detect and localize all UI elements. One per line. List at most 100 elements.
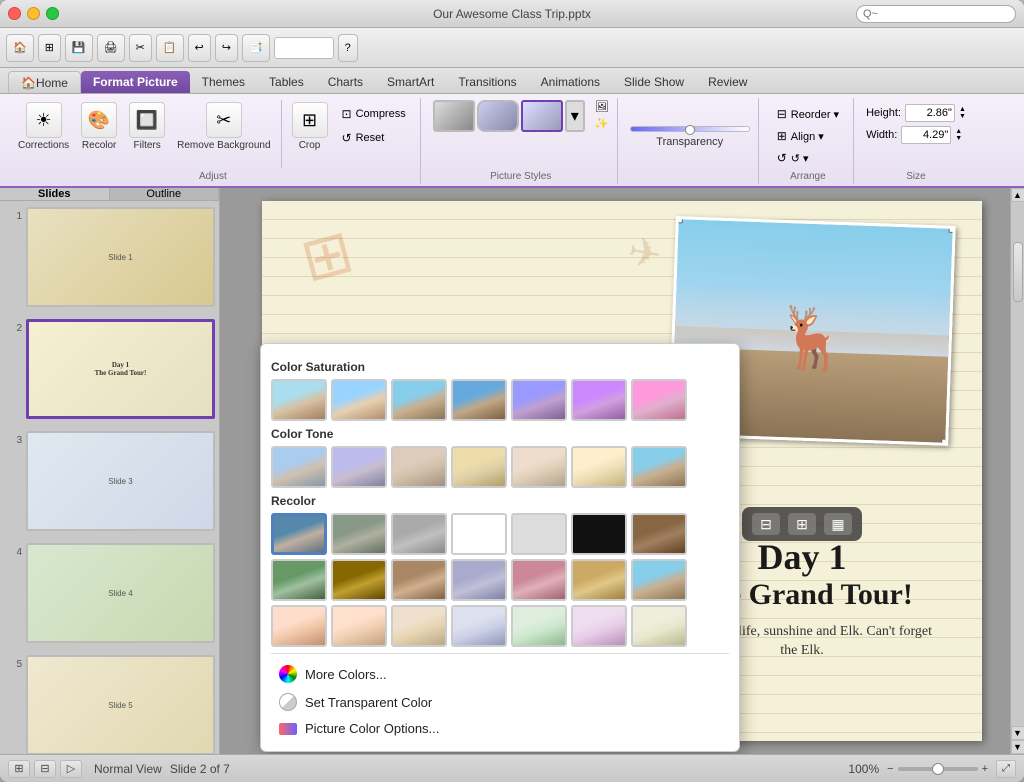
toolbar-btn-4[interactable]: 🖨 <box>97 34 125 62</box>
more-colors-item[interactable]: More Colors... <box>271 660 729 688</box>
maximize-button[interactable] <box>46 7 59 20</box>
tab-review[interactable]: Review <box>696 71 759 93</box>
close-button[interactable] <box>8 7 21 20</box>
search-input[interactable] <box>856 5 1016 23</box>
sat-thumb-3[interactable] <box>391 379 447 421</box>
scroll-thumb[interactable] <box>1013 242 1023 302</box>
tab-slideshow[interactable]: Slide Show <box>612 71 696 93</box>
corrections-button[interactable]: ☀ Corrections <box>14 100 73 153</box>
rc-thumb-10[interactable] <box>391 559 447 601</box>
sat-thumb-6[interactable] <box>571 379 627 421</box>
slide-2-thumb[interactable]: Day 1 The Grand Tour! <box>26 319 215 419</box>
pic-style-1[interactable] <box>433 100 475 132</box>
sat-thumb-4[interactable] <box>451 379 507 421</box>
toolbar-btn-7[interactable]: ↩ <box>188 34 211 62</box>
present-view-btn[interactable]: ▷ <box>60 760 82 778</box>
normal-view-btn[interactable]: ⊞ <box>8 760 30 778</box>
rc-thumb-13[interactable] <box>571 559 627 601</box>
remove-bg-button[interactable]: ✂ Remove Background <box>173 100 274 153</box>
tab-themes[interactable]: Themes <box>190 71 257 93</box>
rc-thumb-15[interactable] <box>271 605 327 647</box>
rc-thumb-14[interactable] <box>631 559 687 601</box>
compress-button[interactable]: ⊡ Compress <box>336 104 412 124</box>
rc-thumb-20[interactable] <box>571 605 627 647</box>
tab-outline[interactable]: Outline <box>110 188 220 200</box>
toolbar-btn-2[interactable]: ⊞ <box>38 34 61 62</box>
align-button[interactable]: ⊞ Align ▾ <box>771 126 845 146</box>
rotate-button[interactable]: ↺ ↺ ▾ <box>771 148 845 168</box>
rc-thumb-21[interactable] <box>631 605 687 647</box>
handle-tr[interactable] <box>949 225 956 233</box>
recolor-button[interactable]: 🎨 Recolor <box>77 100 121 153</box>
pic-style-2[interactable] <box>477 100 519 132</box>
rc-thumb-2[interactable] <box>331 513 387 555</box>
minimize-button[interactable] <box>27 7 40 20</box>
tab-animations[interactable]: Animations <box>529 71 612 93</box>
toolbar-btn-1[interactable]: 🏠 <box>6 34 34 62</box>
slide-1-thumb[interactable]: Slide 1 <box>26 207 215 307</box>
sat-thumb-2[interactable] <box>331 379 387 421</box>
toolbar-new-section[interactable]: 📑 <box>242 34 270 62</box>
pic-style-3[interactable] <box>521 100 563 132</box>
rc-thumb-18[interactable] <box>451 605 507 647</box>
rc-thumb-16[interactable] <box>331 605 387 647</box>
float-btn-3[interactable]: ▦ <box>824 513 852 535</box>
handle-tl[interactable] <box>675 216 683 223</box>
rc-thumb-9[interactable] <box>331 559 387 601</box>
toolbar-btn-8[interactable]: ↪ <box>215 34 238 62</box>
zoom-input[interactable]: 100% <box>274 37 334 59</box>
rc-thumb-19[interactable] <box>511 605 567 647</box>
rc-thumb-6[interactable] <box>571 513 627 555</box>
tone-thumb-5[interactable] <box>511 446 567 488</box>
rc-thumb-17[interactable] <box>391 605 447 647</box>
float-btn-1[interactable]: ⊟ <box>752 513 780 535</box>
toolbar-btn-6[interactable]: 📋 <box>156 34 184 62</box>
rc-thumb-1[interactable] <box>271 513 327 555</box>
pic-style-expand[interactable]: ▾ <box>565 100 585 132</box>
reset-button[interactable]: ↺ Reset <box>336 128 412 148</box>
tab-home[interactable]: 🏠 Home <box>8 71 81 93</box>
help-button[interactable]: ? <box>338 34 358 62</box>
tone-thumb-1[interactable] <box>271 446 327 488</box>
toolbar-btn-5[interactable]: ✂ <box>129 34 152 62</box>
width-spinner[interactable]: ▲ ▼ <box>955 128 962 142</box>
zoom-slider[interactable] <box>898 767 978 771</box>
zoom-plus[interactable]: + <box>982 763 988 775</box>
tone-thumb-3[interactable] <box>391 446 447 488</box>
tab-smartart[interactable]: SmartArt <box>375 71 446 93</box>
tone-thumb-7[interactable] <box>631 446 687 488</box>
handle-br[interactable] <box>941 439 949 446</box>
tone-thumb-6[interactable] <box>571 446 627 488</box>
rc-thumb-8[interactable] <box>271 559 327 601</box>
rc-thumb-7[interactable] <box>631 513 687 555</box>
picture-color-options-item[interactable]: Picture Color Options... <box>271 716 729 741</box>
grid-view-btn[interactable]: ⊟ <box>34 760 56 778</box>
sat-thumb-5[interactable] <box>511 379 567 421</box>
tab-charts[interactable]: Charts <box>316 71 375 93</box>
slide-5-thumb[interactable]: Slide 5 <box>26 655 215 754</box>
transparency-slider[interactable] <box>630 126 750 132</box>
rc-thumb-11[interactable] <box>451 559 507 601</box>
tab-format-picture[interactable]: Format Picture <box>81 71 190 93</box>
slide-3-thumb[interactable]: Slide 3 <box>26 431 215 531</box>
toolbar-btn-3[interactable]: 💾 <box>65 34 93 62</box>
border-btn[interactable]: 🖼 <box>595 100 609 113</box>
scroll-up-arrow[interactable]: ▲ <box>1011 188 1024 202</box>
height-input[interactable]: 2.86" <box>905 104 955 122</box>
tab-transitions[interactable]: Transitions <box>446 71 528 93</box>
fullscreen-button[interactable]: ⤢ <box>996 760 1016 778</box>
rc-thumb-3[interactable] <box>391 513 447 555</box>
scroll-down-arrow[interactable]: ▼ <box>1011 726 1024 740</box>
scroll-down-arrow-2[interactable]: ▼ <box>1011 740 1024 754</box>
rc-thumb-4[interactable] <box>451 513 507 555</box>
sat-thumb-7[interactable] <box>631 379 687 421</box>
crop-button[interactable]: ⊞ Crop <box>288 100 332 153</box>
filters-button[interactable]: 🔲 Filters <box>125 100 169 153</box>
rc-thumb-5[interactable] <box>511 513 567 555</box>
set-transparent-item[interactable]: Set Transparent Color <box>271 688 729 716</box>
effects-btn[interactable]: ✨ <box>595 117 609 130</box>
tone-thumb-2[interactable] <box>331 446 387 488</box>
float-btn-2[interactable]: ⊞ <box>788 513 816 535</box>
reorder-button[interactable]: ⊟ Reorder ▾ <box>771 104 845 124</box>
slide-4-thumb[interactable]: Slide 4 <box>26 543 215 643</box>
